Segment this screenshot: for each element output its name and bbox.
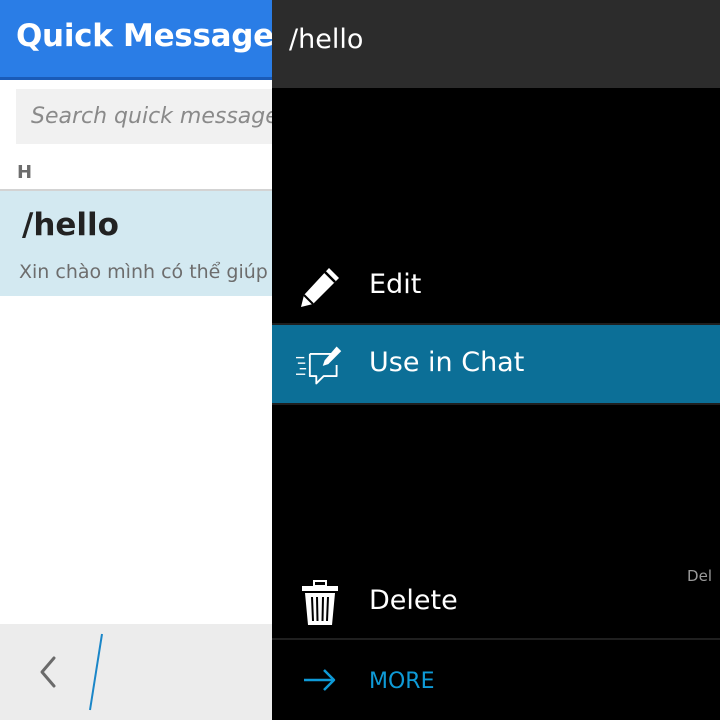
more-label: MORE bbox=[369, 669, 435, 694]
arrow-right-icon bbox=[304, 669, 336, 691]
section-header: H bbox=[17, 162, 33, 183]
list-item-title: /hello bbox=[22, 207, 119, 243]
chevron-left-icon bbox=[40, 656, 56, 688]
context-menu-title: /hello bbox=[289, 24, 364, 55]
action-bar-divider bbox=[89, 633, 103, 711]
context-menu: /hello Edit Use in Chat Del Delete MORE bbox=[272, 0, 720, 720]
delete-label: Delete bbox=[369, 585, 458, 616]
back-button[interactable] bbox=[22, 646, 74, 698]
edit-label: Edit bbox=[369, 269, 422, 300]
pencil-icon bbox=[301, 268, 339, 307]
chat-bubble-edit-icon bbox=[296, 346, 342, 385]
delete-menu-item[interactable]: Delete bbox=[272, 563, 720, 641]
app-title: Quick Message bbox=[16, 18, 274, 54]
more-button[interactable]: MORE bbox=[272, 640, 720, 720]
menu-divider bbox=[272, 403, 720, 405]
context-menu-header: /hello bbox=[272, 0, 720, 88]
use-in-chat-label: Use in Chat bbox=[369, 347, 525, 378]
trash-icon bbox=[302, 580, 338, 625]
use-in-chat-menu-item[interactable]: Use in Chat bbox=[272, 325, 720, 403]
edit-menu-item[interactable]: Edit bbox=[272, 247, 720, 325]
